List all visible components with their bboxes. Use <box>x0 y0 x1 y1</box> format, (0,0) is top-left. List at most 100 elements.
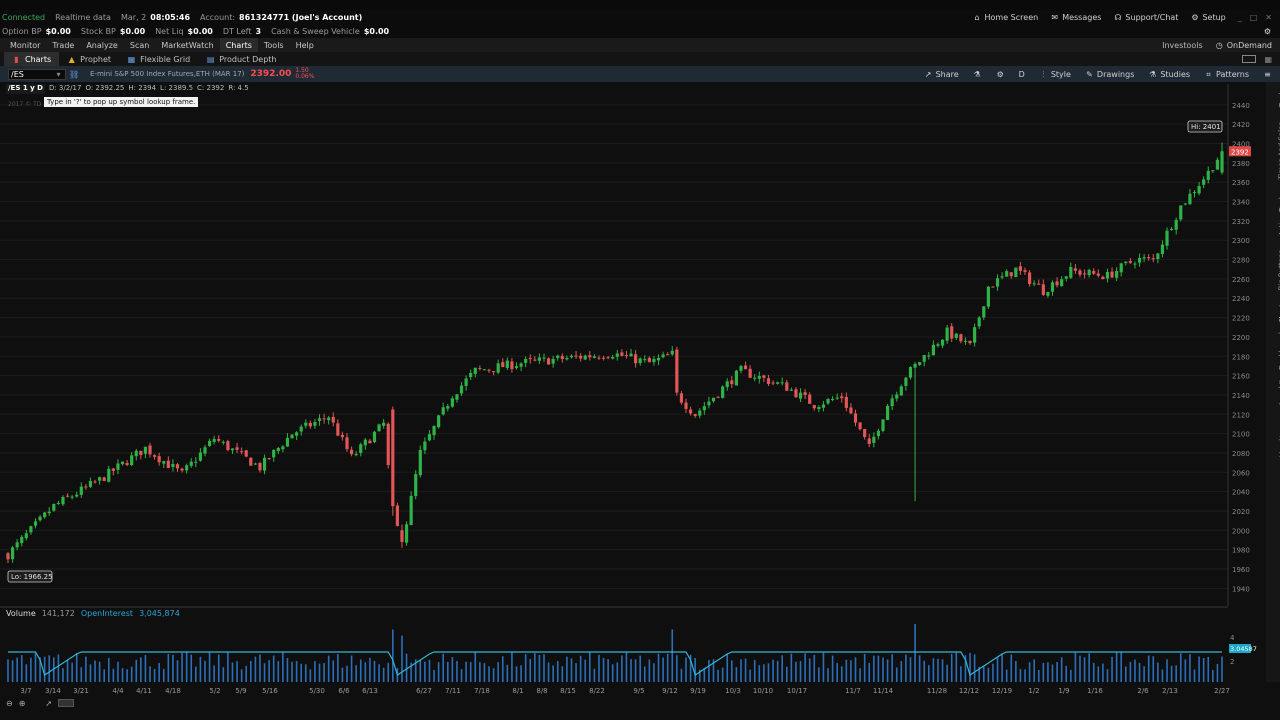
time-tick-label: 6/27 <box>416 687 432 695</box>
investools-link[interactable]: Investools <box>1162 41 1203 50</box>
time-tick-label: 11/28 <box>927 687 947 695</box>
home-screen-link[interactable]: ⌂ Home Screen <box>973 13 1038 22</box>
time-tick-label: 6/13 <box>362 687 378 695</box>
ondemand-link[interactable]: ◷ OnDemand <box>1215 41 1272 50</box>
candle-body <box>1211 170 1215 172</box>
candle-body <box>308 422 312 427</box>
menu-trade[interactable]: Trade <box>46 38 80 52</box>
setup-link[interactable]: ⚙ Setup <box>1190 13 1225 22</box>
candle-body <box>922 355 926 362</box>
candle-body <box>386 423 390 466</box>
support-chat-link[interactable]: ☊ Support/Chat <box>1113 13 1178 22</box>
cash-sweep-label: Cash & Sweep Vehicle <box>271 26 360 36</box>
cursor-icon[interactable]: ➚ <box>45 699 52 708</box>
candle-body <box>895 394 899 399</box>
panel-menu-button[interactable]: ≡ <box>1263 70 1272 79</box>
menu-tools[interactable]: Tools <box>258 38 290 52</box>
chart-settings-button[interactable]: ⚙ <box>996 70 1005 79</box>
candle-body <box>56 502 60 504</box>
candle-body <box>166 460 170 469</box>
symbol-dropdown-icon[interactable]: ▾ <box>54 70 63 79</box>
candle-body <box>730 380 734 385</box>
candle-body <box>693 414 697 417</box>
candle-body <box>450 398 454 407</box>
window-controls[interactable]: _ □ ✕ <box>1238 13 1272 22</box>
candle-body <box>986 286 990 307</box>
candle-body <box>908 367 913 378</box>
candle-body <box>464 378 468 386</box>
volume-scale-label: 2 <box>1230 658 1234 666</box>
candle-body <box>281 446 285 450</box>
time-tick-label: 8/22 <box>589 687 605 695</box>
candle-body <box>313 422 317 426</box>
cash-sweep-value: $0.00 <box>363 26 390 36</box>
style-button[interactable]: ⫶ Style <box>1039 70 1071 79</box>
chart-symbol-period[interactable]: /ES 1 y D <box>6 84 45 94</box>
flask-button[interactable]: ⚗ <box>973 70 982 79</box>
candle-body <box>959 334 963 342</box>
account-value[interactable]: 861324771 (Joel's Account) <box>239 13 362 22</box>
account-bar: Option BP $0.00 Stock BP $0.00 Net Liq $0.0… <box>0 24 1280 38</box>
candle-body <box>684 402 688 409</box>
candle-body <box>721 386 725 398</box>
subtab-product-depth[interactable]: ▤ Product Depth <box>198 52 284 66</box>
time-tick-label: 7/18 <box>474 687 490 695</box>
link-icon[interactable]: ⛓ <box>69 70 79 79</box>
candle-body <box>139 450 143 455</box>
subtab-flexible-grid[interactable]: ▦ Flexible Grid <box>119 52 198 66</box>
layout-icon[interactable] <box>1242 55 1257 63</box>
patterns-button[interactable]: ⌗ Patterns <box>1204 70 1249 79</box>
time-tick-label: 9/5 <box>633 687 644 695</box>
candle-body <box>776 382 780 384</box>
messages-link[interactable]: ✉ Messages <box>1050 13 1101 22</box>
candle-body <box>991 286 995 288</box>
candle-body <box>317 418 322 421</box>
menu-scan[interactable]: Scan <box>124 38 155 52</box>
price-tick-label: 1960 <box>1232 566 1250 574</box>
candle-body <box>185 465 189 471</box>
candle-body <box>84 486 88 488</box>
candle-body <box>1050 282 1055 292</box>
candle-body <box>61 496 65 505</box>
subtab-prophet[interactable]: ▲ Prophet <box>59 52 119 66</box>
candle-body <box>675 349 679 393</box>
candle-body <box>1032 283 1036 285</box>
subtab-charts[interactable]: ▮ Charts <box>4 52 60 66</box>
menu-analyze[interactable]: Analyze <box>80 38 124 52</box>
menu-marketwatch[interactable]: MarketWatch <box>155 38 219 52</box>
zoom-in-icon[interactable]: ⊕ <box>19 699 26 708</box>
studies-button[interactable]: ⚗ Studies <box>1148 70 1190 79</box>
candle-body <box>524 358 528 363</box>
price-chart[interactable]: 1940 1960 1980 2000 2020 2040 2060 2080 2100 2120… <box>0 82 1280 720</box>
candle-body <box>377 424 381 432</box>
candle-body <box>1082 273 1087 275</box>
scroll-handle[interactable] <box>58 699 75 707</box>
price-tick-label: 2160 <box>1232 373 1250 381</box>
drawings-button[interactable]: ✎ Drawings <box>1085 70 1134 79</box>
settings-gear-icon[interactable]: ⚙ <box>1263 27 1272 36</box>
timeframe-button[interactable]: D <box>1019 70 1025 79</box>
candle-body <box>826 398 830 404</box>
price-tick-label: 2080 <box>1232 450 1250 458</box>
candle-body <box>473 367 477 374</box>
grid-icon: ▦ <box>127 54 136 64</box>
candle-body <box>771 382 775 384</box>
candle-body <box>551 358 555 364</box>
candle-body <box>258 463 262 471</box>
zoom-out-icon[interactable]: ⊖ <box>6 699 13 708</box>
grid-layout-icon[interactable]: ▦ <box>1264 55 1272 64</box>
candle-body <box>629 353 633 357</box>
time-tick-label: 1/16 <box>1087 687 1103 695</box>
candle-body <box>1018 266 1023 271</box>
menu-charts[interactable]: Charts <box>219 38 258 52</box>
candle-body <box>982 306 986 318</box>
time-tick-label: 2/13 <box>1162 687 1178 695</box>
menu-monitor[interactable]: Monitor <box>4 38 46 52</box>
share-button[interactable]: ↗ Share <box>924 70 959 79</box>
menu-icon: ≡ <box>1264 69 1271 79</box>
candle-body <box>638 358 642 364</box>
candle-body <box>546 358 551 365</box>
candle-body <box>207 440 212 446</box>
menu-help[interactable]: Help <box>290 38 320 52</box>
candle-body <box>707 401 711 406</box>
